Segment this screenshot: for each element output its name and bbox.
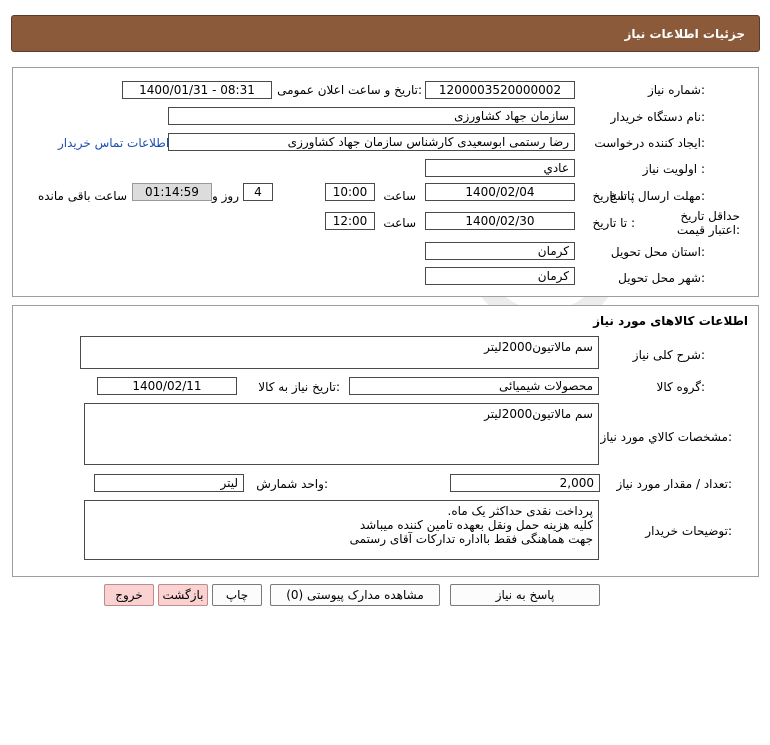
reply-button[interactable]: پاسخ به نیاز [450, 584, 600, 606]
buyer-notes-line: کلیه هزینه حمل ونقل بعهده تامین کننده می… [359, 518, 593, 532]
view-attachments-button[interactable]: مشاهده مدارک پیوستی (0) [270, 584, 440, 606]
buyer-org-label: نام دستگاه خریدار: [610, 110, 706, 124]
spec-field: سم مالاتیون2000لیتر [84, 403, 599, 465]
goods-group-field: محصولات شیمیائی [349, 377, 599, 395]
need-number-label: شماره نیاز: [647, 83, 705, 97]
city-label: شهر محل تحویل: [618, 271, 705, 285]
need-date-field: 1400/02/11 [97, 377, 237, 395]
deadline-date-field: 1400/02/04 [425, 183, 575, 201]
unit-field: لیتر [94, 474, 244, 492]
need-date-label: تاریخ نیاز به کالا: [258, 380, 340, 394]
buyer-notes-line: پرداخت نقدی حداکثر یک ماه. [447, 504, 593, 518]
announce-label: تاریخ و ساعت اعلان عمومی: [277, 83, 422, 97]
validity-time-field: 12:00 [325, 212, 375, 230]
need-number-field: 1200003520000002 [425, 81, 575, 99]
quantity-field: 2,000 [450, 474, 600, 492]
exit-button[interactable]: خروج [104, 584, 154, 606]
buyer-notes-label: توضیحات خریدار: [645, 524, 732, 538]
page-title: جزئیات اطلاعات نیاز [624, 27, 745, 41]
deadline-to-date-label: تا تاریخ : [592, 189, 635, 203]
creator-label: ایجاد کننده درخواست: [594, 136, 705, 150]
days-field: 4 [243, 183, 273, 201]
buyer-notes-field: پرداخت نقدی حداکثر یک ماه. کلیه هزینه حم… [84, 500, 599, 560]
creator-field: رضا رستمی ابوسعیدی کارشناس سازمان جهاد ک… [168, 133, 575, 151]
page-header: جزئیات اطلاعات نیاز [11, 15, 760, 52]
goods-section-title: اطلاعات کالاهای مورد نیاز [593, 314, 748, 328]
remaining-time-field: 01:14:59 [132, 183, 212, 201]
remaining-label: ساعت باقی مانده [37, 189, 127, 203]
back-button[interactable]: بازگشت [158, 584, 208, 606]
announce-field: 1400/01/31 - 08:31 [122, 81, 272, 99]
spec-label: مشخصات کالاي مورد نیاز: [600, 430, 732, 444]
quantity-label: تعداد / مقدار مورد نیاز: [616, 477, 732, 491]
buyer-org-field: سازمان جهاد کشاورزی [168, 107, 575, 125]
print-button[interactable]: چاپ [212, 584, 262, 606]
province-field: کرمان [425, 242, 575, 260]
goods-group-label: گروه کالا: [656, 380, 706, 394]
validity-label: حداقل تاریخ اعتبار قیمت: [676, 209, 740, 237]
city-field: کرمان [425, 267, 575, 285]
priority-field: عادي [425, 159, 575, 177]
validity-to-date-label: تا تاریخ : [592, 216, 635, 230]
validity-date-field: 1400/02/30 [425, 212, 575, 230]
summary-field: سم مالاتیون2000لیتر [80, 336, 599, 369]
unit-label: واحد شمارش: [256, 477, 328, 491]
deadline-time-label: ساعت [383, 189, 416, 203]
buyer-contact-link[interactable]: اطلاعات تماس خریدار [58, 136, 169, 150]
days-label: روز و [212, 189, 239, 203]
priority-label: اولویت نیاز : [642, 162, 705, 176]
summary-label: شرح کلی نیاز: [632, 348, 705, 362]
need-info-panel [12, 67, 759, 297]
province-label: استان محل تحویل: [610, 245, 705, 259]
validity-time-label: ساعت [383, 216, 416, 230]
deadline-time-field: 10:00 [325, 183, 375, 201]
buyer-notes-line: جهت هماهنگی فقط بااداره تدارکات آقای رست… [349, 532, 593, 546]
